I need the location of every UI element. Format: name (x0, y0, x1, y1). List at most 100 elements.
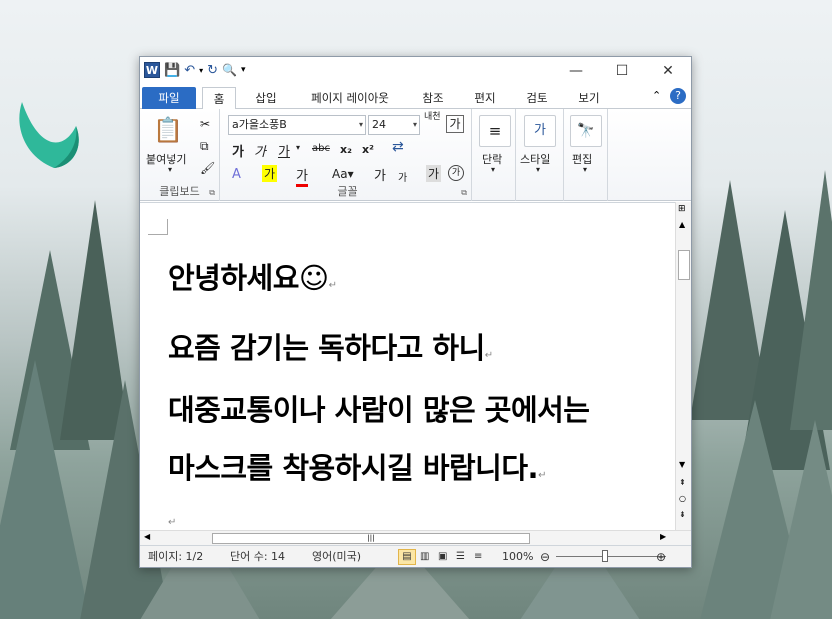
draft-icon[interactable]: ≡ (474, 546, 482, 568)
undo-icon[interactable]: ↶ (184, 63, 195, 78)
vertical-scrollbar[interactable]: ⊞ ▲ ▼ ⇞ ○ ⇟ (675, 202, 691, 530)
maximize-button[interactable]: ☐ (599, 57, 645, 85)
scroll-right-icon[interactable]: ▶ (660, 532, 666, 541)
minimize-button[interactable]: — (553, 57, 599, 85)
find-binoculars-icon[interactable]: 🔭 (570, 115, 602, 147)
font-launcher-icon[interactable]: ⧉ (461, 188, 467, 198)
highlight-button[interactable]: 가 (262, 165, 278, 182)
bold-button[interactable]: 가 (232, 141, 244, 160)
outline-icon[interactable]: ☰ (456, 546, 465, 568)
paste-button[interactable]: 붙여넣기 (146, 151, 186, 167)
document-line[interactable]: 요즘 감기는 독하다고 하니↵ (168, 325, 493, 367)
web-layout-icon[interactable]: ▣ (438, 546, 447, 568)
styles-dropdown-icon[interactable]: ▾ (536, 165, 540, 174)
paragraph-icon[interactable]: ≡ (479, 115, 511, 147)
next-page-icon[interactable]: ⇟ (679, 510, 686, 519)
paragraph-mark: ↵ (168, 517, 177, 528)
help-icon[interactable]: ? (670, 88, 686, 104)
font-size-aa-icon[interactable]: Aa▾ (332, 167, 354, 181)
font-group-label: 글꼴 (337, 185, 358, 198)
horizontal-scrollbar[interactable]: ◀ ||| ▶ (140, 530, 691, 545)
scroll-left-icon[interactable]: ◀ (144, 532, 150, 541)
tab-review[interactable]: 검토 (516, 87, 558, 109)
collapse-ribbon-icon[interactable]: ⌃ (652, 89, 661, 102)
increase-font-button[interactable]: 가 (374, 165, 386, 184)
browse-object-icon[interactable]: ○ (679, 494, 686, 503)
clear-format-button[interactable]: 가 (446, 115, 464, 133)
ribbon: 📋 붙여넣기 ▾ ✂ ⧉ 🖌 클립보드 ⧉ a가을소풍B ▾ 24 ▾ 내천 가… (140, 109, 691, 201)
document-line[interactable]: 안녕하세요☺↵ (168, 255, 337, 297)
margin-corner-mark (148, 219, 168, 235)
print-preview-icon[interactable]: 🔍 (222, 63, 237, 77)
paste-dropdown-icon[interactable]: ▾ (168, 165, 172, 174)
font-group: a가을소풍B ▾ 24 ▾ 내천 가 가 가 가 ▾ abc x₂ x² ⇄ A… (224, 109, 472, 201)
paste-icon[interactable]: 📋 (152, 115, 184, 147)
language-indicator[interactable]: 영어(미국) (312, 546, 361, 568)
char-shading-button[interactable]: 가 (426, 165, 442, 182)
change-case-icon[interactable]: ⇄ (392, 139, 404, 155)
font-size-combo[interactable]: 24 ▾ (368, 115, 420, 135)
clipboard-launcher-icon[interactable]: ⧉ (209, 188, 215, 198)
redo-icon[interactable]: ↻ (207, 63, 218, 78)
font-name-combo[interactable]: a가을소풍B ▾ (228, 115, 366, 135)
strikethrough-icon[interactable]: abc (312, 143, 330, 154)
ruler-toggle-icon[interactable]: ⊞ (678, 204, 686, 214)
close-button[interactable]: ✕ (645, 57, 691, 85)
tab-view[interactable]: 보기 (568, 87, 610, 109)
tab-insert[interactable]: 삽입 (246, 87, 286, 109)
quick-access-toolbar: W 💾 ↶ ▾ ↻ 🔍 ▾ (144, 62, 246, 78)
tab-file[interactable]: 파일 (142, 87, 196, 109)
word-app-icon: W (144, 62, 160, 78)
scroll-thumb[interactable] (678, 250, 690, 280)
format-painter-icon[interactable]: 🖌 (200, 161, 215, 175)
customize-qat-icon[interactable]: ▾ (241, 65, 246, 75)
underline-button[interactable]: 가 (278, 141, 290, 160)
tab-home[interactable]: 홈 (202, 87, 236, 110)
styles-icon[interactable]: 가 (524, 115, 556, 147)
document-line[interactable]: 대중교통이나 사람이 많은 곳에서는 (168, 387, 590, 429)
scroll-down-icon[interactable]: ▼ (679, 460, 685, 469)
zoom-level[interactable]: 100% (502, 546, 533, 568)
editing-dropdown-icon[interactable]: ▾ (583, 165, 587, 174)
scroll-up-icon[interactable]: ▲ (679, 220, 685, 229)
zoom-out-icon[interactable]: ⊖ (540, 546, 550, 568)
text-effects-icon[interactable]: A (232, 167, 241, 182)
print-layout-icon[interactable]: ▤ (398, 549, 416, 565)
tab-references[interactable]: 참조 (412, 87, 454, 109)
status-bar: 페이지: 1/2 단어 수: 14 영어(미국) ▤ ▥ ▣ ☰ ≡ 100% … (140, 545, 691, 567)
full-screen-reading-icon[interactable]: ▥ (420, 546, 429, 568)
zoom-slider-thumb[interactable] (602, 550, 608, 562)
paragraph-dropdown-icon[interactable]: ▾ (491, 165, 495, 174)
document-page[interactable]: 안녕하세요☺↵ 요즘 감기는 독하다고 하니↵ 대중교통이나 사람이 많은 곳에… (140, 202, 675, 530)
font-name-value: a가을소풍B (232, 118, 287, 131)
tab-mailings[interactable]: 편지 (464, 87, 506, 109)
styles-group: 가 스타일 ▾ (516, 109, 564, 201)
word-count[interactable]: 단어 수: 14 (230, 546, 285, 568)
cut-icon[interactable]: ✂ (200, 117, 210, 131)
zoom-in-icon[interactable]: ⊕ (656, 546, 666, 568)
ribbon-tabs: 파일 홈 삽입 페이지 레이아웃 참조 편지 검토 보기 ⌃ ? (140, 85, 691, 110)
paragraph-group: ≡ 단락 ▾ (474, 109, 516, 201)
document-line[interactable]: 마스크를 착용하시길 바랍니다.↵ (168, 445, 546, 487)
save-icon[interactable]: 💾 (164, 63, 180, 78)
page-count[interactable]: 페이지: 1/2 (148, 546, 203, 568)
zoom-slider[interactable] (556, 556, 666, 557)
hscroll-thumb[interactable]: ||| (212, 533, 530, 544)
decrease-font-button[interactable]: 가 (398, 169, 407, 184)
clipboard-group: 📋 붙여넣기 ▾ ✂ ⧉ 🖌 클립보드 ⧉ (140, 109, 220, 201)
subscript-icon[interactable]: x₂ (340, 143, 352, 156)
copy-icon[interactable]: ⧉ (200, 139, 209, 154)
tab-page-layout[interactable]: 페이지 레이아웃 (298, 87, 402, 109)
whale-logo (14, 96, 84, 175)
previous-page-icon[interactable]: ⇞ (679, 478, 686, 487)
enclose-char-button[interactable]: 가 (448, 165, 464, 181)
underline-dropdown-icon[interactable]: ▾ (296, 143, 300, 152)
superscript-icon[interactable]: x² (362, 143, 374, 156)
undo-dropdown-icon[interactable]: ▾ (199, 66, 203, 75)
grow-font-button[interactable]: 내천 (424, 113, 441, 122)
font-size-value: 24 (372, 118, 386, 131)
italic-button[interactable]: 가 (254, 141, 266, 160)
font-size-dropdown-icon[interactable]: ▾ (413, 116, 417, 134)
font-name-dropdown-icon[interactable]: ▾ (359, 116, 363, 134)
editing-group: 🔭 편집 ▾ (564, 109, 608, 201)
